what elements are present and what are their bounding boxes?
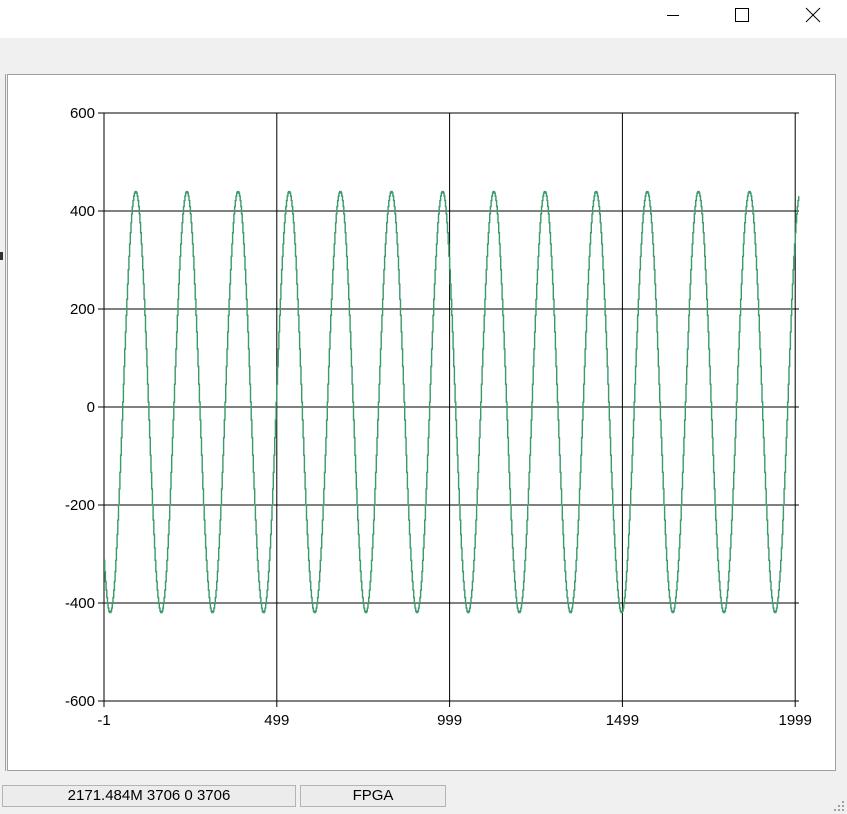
x-tick-label: 999 xyxy=(437,712,462,729)
minimize-button[interactable] xyxy=(650,0,696,30)
y-tick-label: -400 xyxy=(65,595,95,612)
y-tick-label: 600 xyxy=(70,105,95,122)
x-tick-label: -1 xyxy=(97,712,110,729)
y-tick-label: 200 xyxy=(70,301,95,318)
y-tick-label: 400 xyxy=(70,203,95,220)
splitter-handle[interactable] xyxy=(0,252,3,260)
x-tick-label: 1999 xyxy=(779,712,812,729)
maximize-button[interactable] xyxy=(719,0,765,30)
x-tick-label: 499 xyxy=(264,712,289,729)
close-button[interactable] xyxy=(790,0,836,30)
y-tick-label: -200 xyxy=(65,497,95,514)
resize-grip-icon[interactable] xyxy=(831,798,845,812)
x-tick-label: 1499 xyxy=(606,712,639,729)
left-panel-edge xyxy=(0,74,6,771)
status-bar: 2171.484M 3706 0 3706 FPGA xyxy=(0,782,847,814)
waveform-series-line xyxy=(103,190,800,614)
toolbar xyxy=(0,38,847,70)
minimize-icon xyxy=(667,15,679,16)
title-bar xyxy=(0,0,847,38)
chart-panel: 600 400 200 0 -200 -400 -600 -1 499 999 1499 1999 xyxy=(7,74,836,771)
close-icon xyxy=(805,7,821,23)
status-counters: 2171.484M 3706 0 3706 xyxy=(2,785,296,807)
y-tick-label: -600 xyxy=(65,693,95,710)
maximize-icon xyxy=(735,8,749,22)
waveform-chart: 600 400 200 0 -200 -400 -600-1 499 999 1499 1999 xyxy=(65,105,812,729)
y-tick-label: 0 xyxy=(87,399,95,416)
status-device: FPGA xyxy=(300,785,446,807)
